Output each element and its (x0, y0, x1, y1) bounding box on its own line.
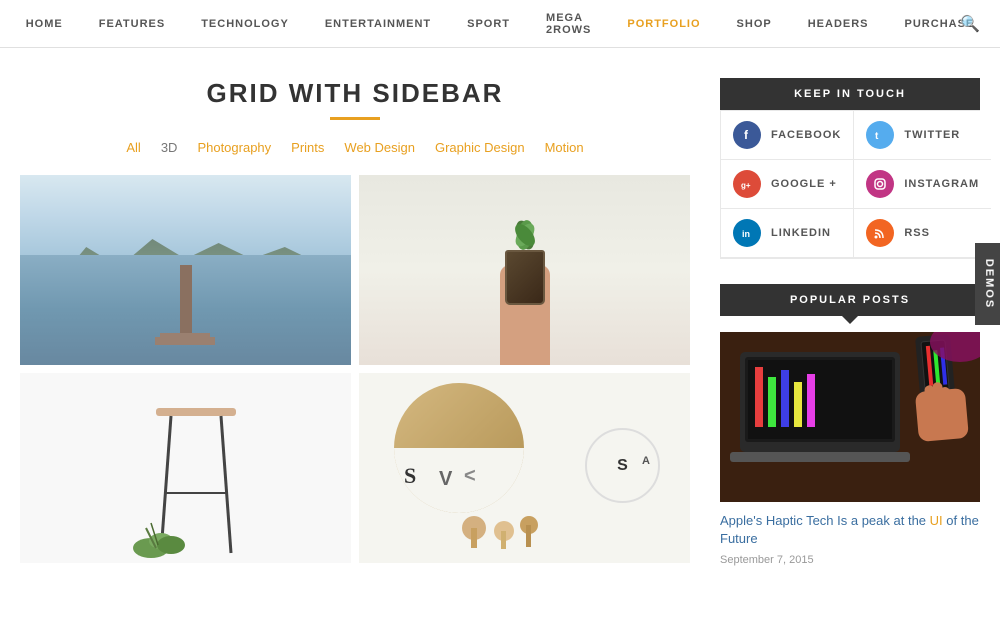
keep-in-touch-header: KEEP IN TOUCH (720, 78, 980, 110)
social-instagram[interactable]: INSTAGRAM (854, 160, 991, 209)
filter-3d[interactable]: 3D (161, 140, 178, 155)
nav-items: HOME FEATURES TECHNOLOGY ENTERTAINMENT S… (8, 0, 993, 48)
popular-posts-widget: POPULAR POSTS (720, 284, 980, 566)
design-image: S V < S A (359, 373, 690, 563)
instagram-icon (866, 170, 894, 198)
popular-post-image[interactable] (720, 332, 980, 502)
portfolio-item-stand[interactable] (20, 373, 351, 563)
nav-headers[interactable]: HEADERS (790, 0, 887, 48)
nav-mega2rows[interactable]: MEGA 2ROWS (528, 0, 609, 48)
nav-home[interactable]: HOME (8, 0, 81, 48)
instagram-label: INSTAGRAM (904, 178, 979, 190)
stand-svg (86, 373, 286, 563)
filter-all[interactable]: All (126, 140, 140, 155)
top-nav: HOME FEATURES TECHNOLOGY ENTERTAINMENT S… (0, 0, 1000, 48)
nav-technology[interactable]: TECHNOLOGY (183, 0, 307, 48)
sidebar: KEEP IN TOUCH f FACEBOOK t TWITTER (720, 78, 980, 591)
mushrooms-svg (459, 513, 559, 563)
keep-in-touch-widget: KEEP IN TOUCH f FACEBOOK t TWITTER (720, 78, 980, 259)
plant-image (359, 175, 690, 365)
popular-posts-arrow (842, 316, 858, 324)
linkedin-icon: in (733, 219, 761, 247)
portfolio-item-lake[interactable] (20, 175, 351, 365)
filter-prints[interactable]: Prints (291, 140, 324, 155)
lake-image (20, 175, 351, 365)
nav-entertainment[interactable]: ENTERTAINMENT (307, 0, 449, 48)
social-twitter[interactable]: t TWITTER (854, 111, 991, 160)
title-underline (330, 117, 380, 120)
filter-tabs: All 3D Photography Prints Web Design Gra… (20, 140, 690, 155)
social-facebook[interactable]: f FACEBOOK (721, 111, 854, 160)
stand-image (20, 373, 351, 563)
filter-motion[interactable]: Motion (545, 140, 584, 155)
svg-text:in: in (742, 229, 750, 239)
rss-icon (866, 219, 894, 247)
linkedin-label: LINKEDIN (771, 227, 831, 239)
svg-text:g+: g+ (741, 181, 751, 190)
popular-posts-header: POPULAR POSTS (720, 284, 980, 316)
facebook-label: FACEBOOK (771, 129, 841, 141)
twitter-label: TWITTER (904, 129, 960, 141)
nav-sport[interactable]: SPORT (449, 0, 528, 48)
popular-post-date: September 7, 2015 (720, 554, 980, 566)
facebook-icon: f (733, 121, 761, 149)
svg-text:f: f (744, 128, 749, 142)
googleplus-icon: g+ (733, 170, 761, 198)
demos-tab[interactable]: DEMOS (975, 243, 1000, 325)
filter-photography[interactable]: Photography (197, 140, 271, 155)
portfolio-item-design[interactable]: S V < S A (359, 373, 690, 563)
highlighted-ui: UI (930, 513, 943, 528)
nav-features[interactable]: FEATURES (81, 0, 183, 48)
portfolio-item-plant[interactable] (359, 175, 690, 365)
nav-shop[interactable]: SHOP (719, 0, 790, 48)
social-grid: f FACEBOOK t TWITTER g+ GOOGLE + (720, 110, 980, 259)
filter-webdesign[interactable]: Web Design (344, 140, 415, 155)
laptop-scene-svg (720, 332, 980, 502)
social-linkedin[interactable]: in LINKEDIN (721, 209, 854, 258)
page-title: GRID WITH SIDEBAR (20, 78, 690, 109)
nav-portfolio[interactable]: PORTFOLIO (609, 0, 718, 48)
filter-graphic[interactable]: Graphic Design (435, 140, 525, 155)
popular-post-title[interactable]: Apple's Haptic Tech Is a peak at the UI … (720, 512, 980, 548)
social-googleplus[interactable]: g+ GOOGLE + (721, 160, 854, 209)
svg-text:t: t (875, 131, 879, 142)
googleplus-label: GOOGLE + (771, 178, 837, 190)
social-rss[interactable]: RSS (854, 209, 991, 258)
content-area: GRID WITH SIDEBAR All 3D Photography Pri… (20, 78, 690, 591)
twitter-icon: t (866, 121, 894, 149)
search-icon[interactable]: 🔍 (960, 14, 980, 34)
plant-leaves-svg (495, 200, 555, 250)
main-wrapper: GRID WITH SIDEBAR All 3D Photography Pri… (0, 48, 1000, 621)
rss-label: RSS (904, 227, 930, 239)
portfolio-grid: S V < S A (20, 175, 690, 563)
